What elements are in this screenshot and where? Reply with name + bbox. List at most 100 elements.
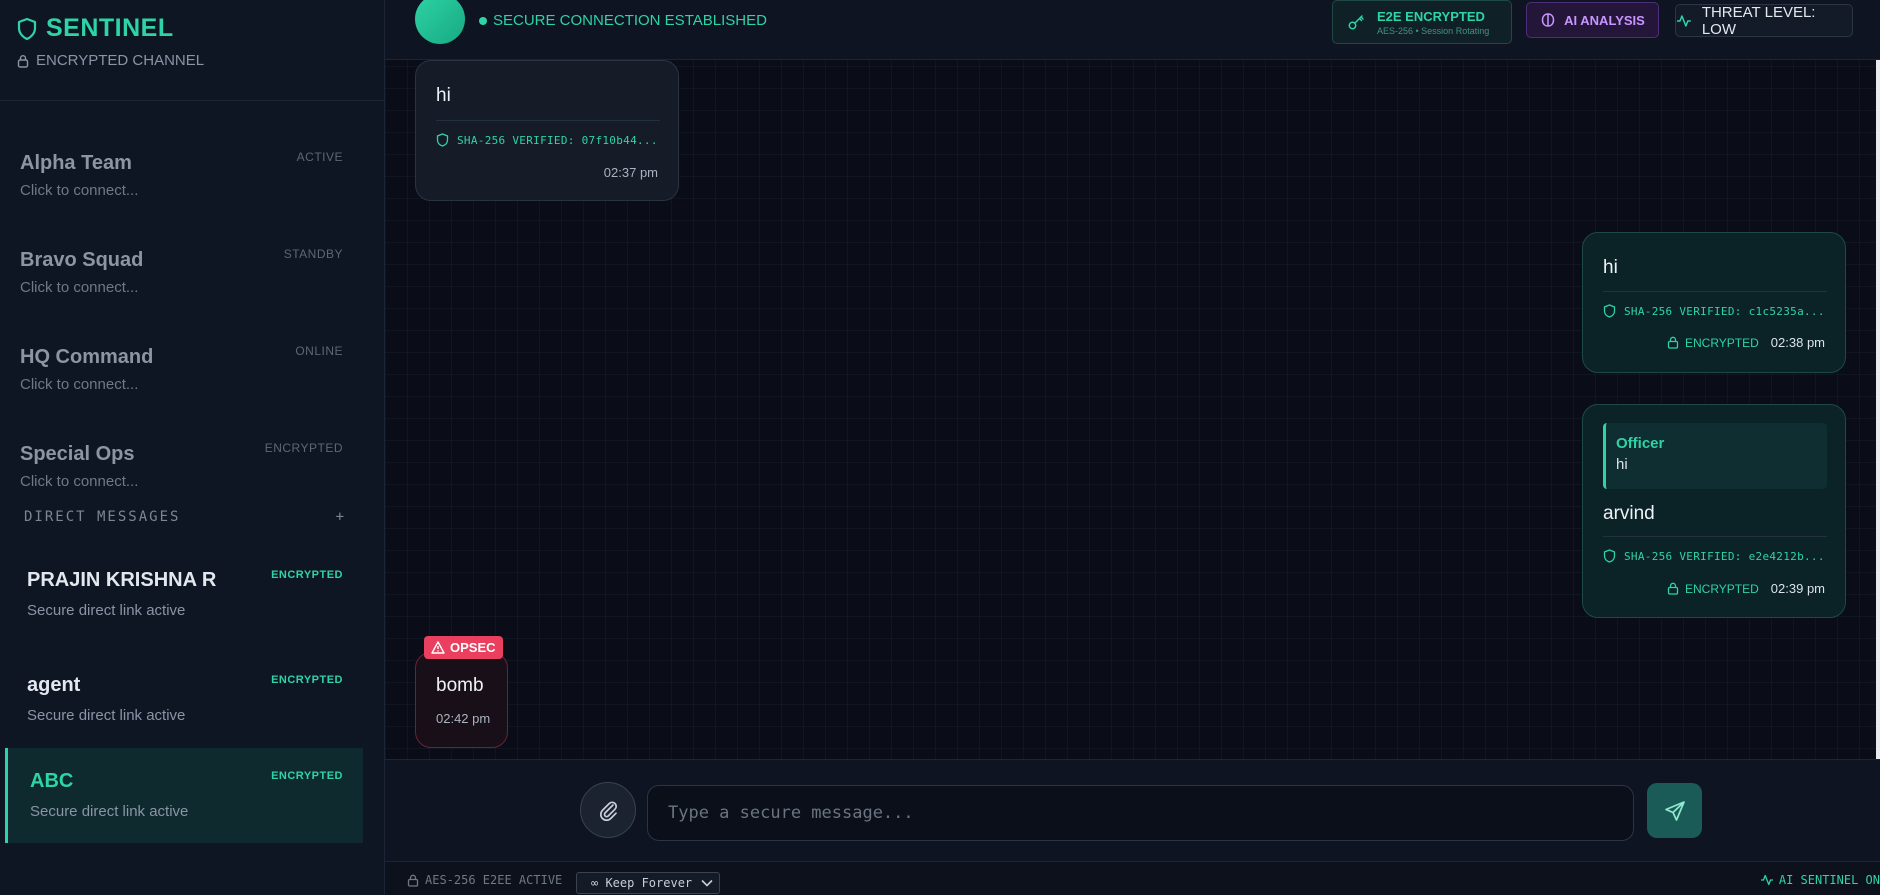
- divider: [436, 120, 660, 121]
- retention-select[interactable]: ∞ Keep Forever: [576, 872, 720, 894]
- threat-level-button[interactable]: THREAT LEVEL: LOW: [1675, 3, 1853, 38]
- attach-button[interactable]: [580, 782, 636, 838]
- scrollbar[interactable]: [1876, 60, 1880, 759]
- e2e-subtitle: AES-256 • Session Rotating: [1377, 25, 1490, 36]
- send-icon: [1664, 800, 1685, 821]
- message-input[interactable]: [647, 785, 1634, 841]
- brand-subtitle-text: ENCRYPTED CHANNEL: [36, 52, 205, 69]
- channel-subtitle: Click to connect...: [20, 376, 139, 393]
- message-text: hi: [1603, 257, 1618, 278]
- ai-analysis-button[interactable]: AI ANALYSIS: [1526, 2, 1659, 38]
- channel-status: ENCRYPTED: [264, 441, 343, 455]
- channel-name: HQ Command: [20, 346, 154, 368]
- retention-value: ∞ Keep Forever: [591, 876, 693, 890]
- encryption-status-text: AES-256 E2EE ACTIVE: [425, 873, 563, 887]
- lock-icon: [17, 54, 29, 68]
- ai-sentinel-text: AI SENTINEL ON: [1778, 873, 1880, 887]
- dm-subtitle: Secure direct link active: [27, 602, 186, 619]
- app: SENTINEL ENCRYPTED CHANNEL Alpha Team AC…: [0, 0, 1880, 895]
- chevron-down-icon: [701, 879, 713, 887]
- ai-analysis-label: AI ANALYSIS: [1564, 12, 1645, 28]
- dm-name: ABC: [30, 770, 74, 792]
- encrypted-tag: ENCRYPTED: [1667, 336, 1759, 350]
- channel-alpha-team[interactable]: Alpha Team ACTIVE Click to connect...: [0, 130, 385, 227]
- e2e-text: E2E ENCRYPTED AES-256 • Session Rotating: [1377, 9, 1489, 36]
- encrypted-label: ENCRYPTED: [1685, 335, 1759, 350]
- encrypted-label: ENCRYPTED: [1685, 581, 1759, 596]
- hash-text: SHA-256 VERIFIED: e2e4212b...: [1624, 549, 1825, 563]
- opsec-label: OPSEC: [450, 640, 496, 655]
- encrypted-tag: ENCRYPTED: [1667, 582, 1759, 596]
- add-dm-button[interactable]: +: [336, 509, 346, 525]
- message-time: 02:42 pm: [436, 711, 491, 726]
- channel-name: Bravo Squad: [20, 249, 144, 271]
- key-icon: [1348, 15, 1364, 30]
- message-time: 02:37 pm: [603, 165, 658, 180]
- sidebar: SENTINEL ENCRYPTED CHANNEL Alpha Team AC…: [0, 0, 385, 895]
- opsec-badge: OPSEC: [424, 636, 503, 659]
- reply-quote[interactable]: Officer hi: [1603, 423, 1827, 489]
- divider: [1603, 291, 1827, 292]
- message-bubble-flagged: OPSEC bomb 02:42 pm: [415, 636, 508, 748]
- hash-text: SHA-256 VERIFIED: c1c5235a...: [1624, 304, 1825, 318]
- message-time: 02:38 pm: [1770, 335, 1825, 350]
- channel-bravo-squad[interactable]: Bravo Squad STANDBY Click to connect...: [0, 227, 385, 324]
- connection-status: SECURE CONNECTION ESTABLISHED: [479, 12, 767, 29]
- channel-status: ONLINE: [295, 344, 343, 358]
- direct-messages-header: DIRECT MESSAGES +: [24, 509, 346, 525]
- divider: [0, 100, 385, 101]
- quote-author: Officer: [1616, 435, 1665, 452]
- channel-subtitle: Click to connect...: [20, 182, 139, 199]
- dm-abc[interactable]: ABC ENCRYPTED Secure direct link active: [5, 748, 363, 843]
- message-text: hi: [436, 85, 451, 106]
- direct-messages-label: DIRECT MESSAGES: [24, 509, 181, 525]
- lock-icon: [1667, 582, 1679, 595]
- brain-icon: [1541, 13, 1555, 27]
- message-text: arvind: [1603, 503, 1655, 524]
- warning-icon: [431, 641, 445, 654]
- hash-verified: SHA-256 VERIFIED: e2e4212b...: [1603, 549, 1825, 563]
- chat-header: SECURE CONNECTION ESTABLISHED E2E ENCRYP…: [385, 0, 1880, 60]
- ai-sentinel-status: AI SENTINEL ON: [1760, 873, 1880, 887]
- status-footer: AES-256 E2EE ACTIVE ∞ Keep Forever AI SE…: [385, 861, 1880, 895]
- channel-status: STANDBY: [283, 247, 343, 261]
- dm-status: ENCRYPTED: [271, 770, 343, 782]
- dm-status: ENCRYPTED: [271, 674, 343, 686]
- dm-name: agent: [27, 674, 81, 696]
- status-dot: [479, 16, 487, 25]
- e2e-encrypted-badge[interactable]: E2E ENCRYPTED AES-256 • Session Rotating: [1332, 0, 1512, 44]
- message-time: 02:39 pm: [1770, 581, 1825, 596]
- channel-name: Special Ops: [20, 443, 135, 465]
- paperclip-icon: [599, 801, 618, 822]
- hash-verified: SHA-256 VERIFIED: 07f10b44...: [436, 133, 658, 147]
- message-bubble: Officer hi arvind SHA-256 VERIFIED: e2e4…: [1582, 404, 1846, 618]
- activity-icon: [1760, 874, 1773, 886]
- message-bubble: hi SHA-256 VERIFIED: c1c5235a... ENCRYPT…: [1582, 232, 1846, 373]
- quote-text: hi: [1616, 456, 1628, 473]
- shield-icon: [17, 17, 37, 40]
- brand-subtitle: ENCRYPTED CHANNEL: [16, 52, 204, 69]
- message-meta: ENCRYPTED 02:38 pm: [1667, 335, 1825, 350]
- lock-icon: [1667, 336, 1679, 349]
- hash-text: SHA-256 VERIFIED: 07f10b44...: [457, 133, 658, 147]
- message-meta: ENCRYPTED 02:39 pm: [1667, 581, 1825, 596]
- activity-icon: [1676, 14, 1691, 27]
- shield-check-icon: [1603, 549, 1616, 563]
- dm-prajin-krishna-r[interactable]: PRAJIN KRISHNA R ENCRYPTED Secure direct…: [5, 547, 363, 642]
- divider: [1603, 536, 1827, 537]
- avatar: [415, 0, 465, 44]
- channel-subtitle: Click to connect...: [20, 473, 139, 490]
- channel-name: Alpha Team: [20, 152, 132, 174]
- channel-hq-command[interactable]: HQ Command ONLINE Click to connect...: [0, 324, 385, 421]
- lock-icon: [407, 874, 419, 887]
- app-title: SENTINEL: [46, 14, 174, 42]
- dm-agent[interactable]: agent ENCRYPTED Secure direct link activ…: [5, 652, 363, 747]
- message-bubble: hi SHA-256 VERIFIED: 07f10b44... 02:37 p…: [415, 60, 679, 201]
- channel-subtitle: Click to connect...: [20, 279, 139, 296]
- send-button[interactable]: [1647, 783, 1702, 838]
- composer: [385, 759, 1880, 861]
- threat-level-label: THREAT LEVEL: LOW: [1701, 3, 1816, 38]
- channel-special-ops[interactable]: Special Ops ENCRYPTED Click to connect..…: [0, 421, 385, 518]
- shield-check-icon: [1603, 304, 1616, 318]
- channel-status: ACTIVE: [296, 150, 343, 164]
